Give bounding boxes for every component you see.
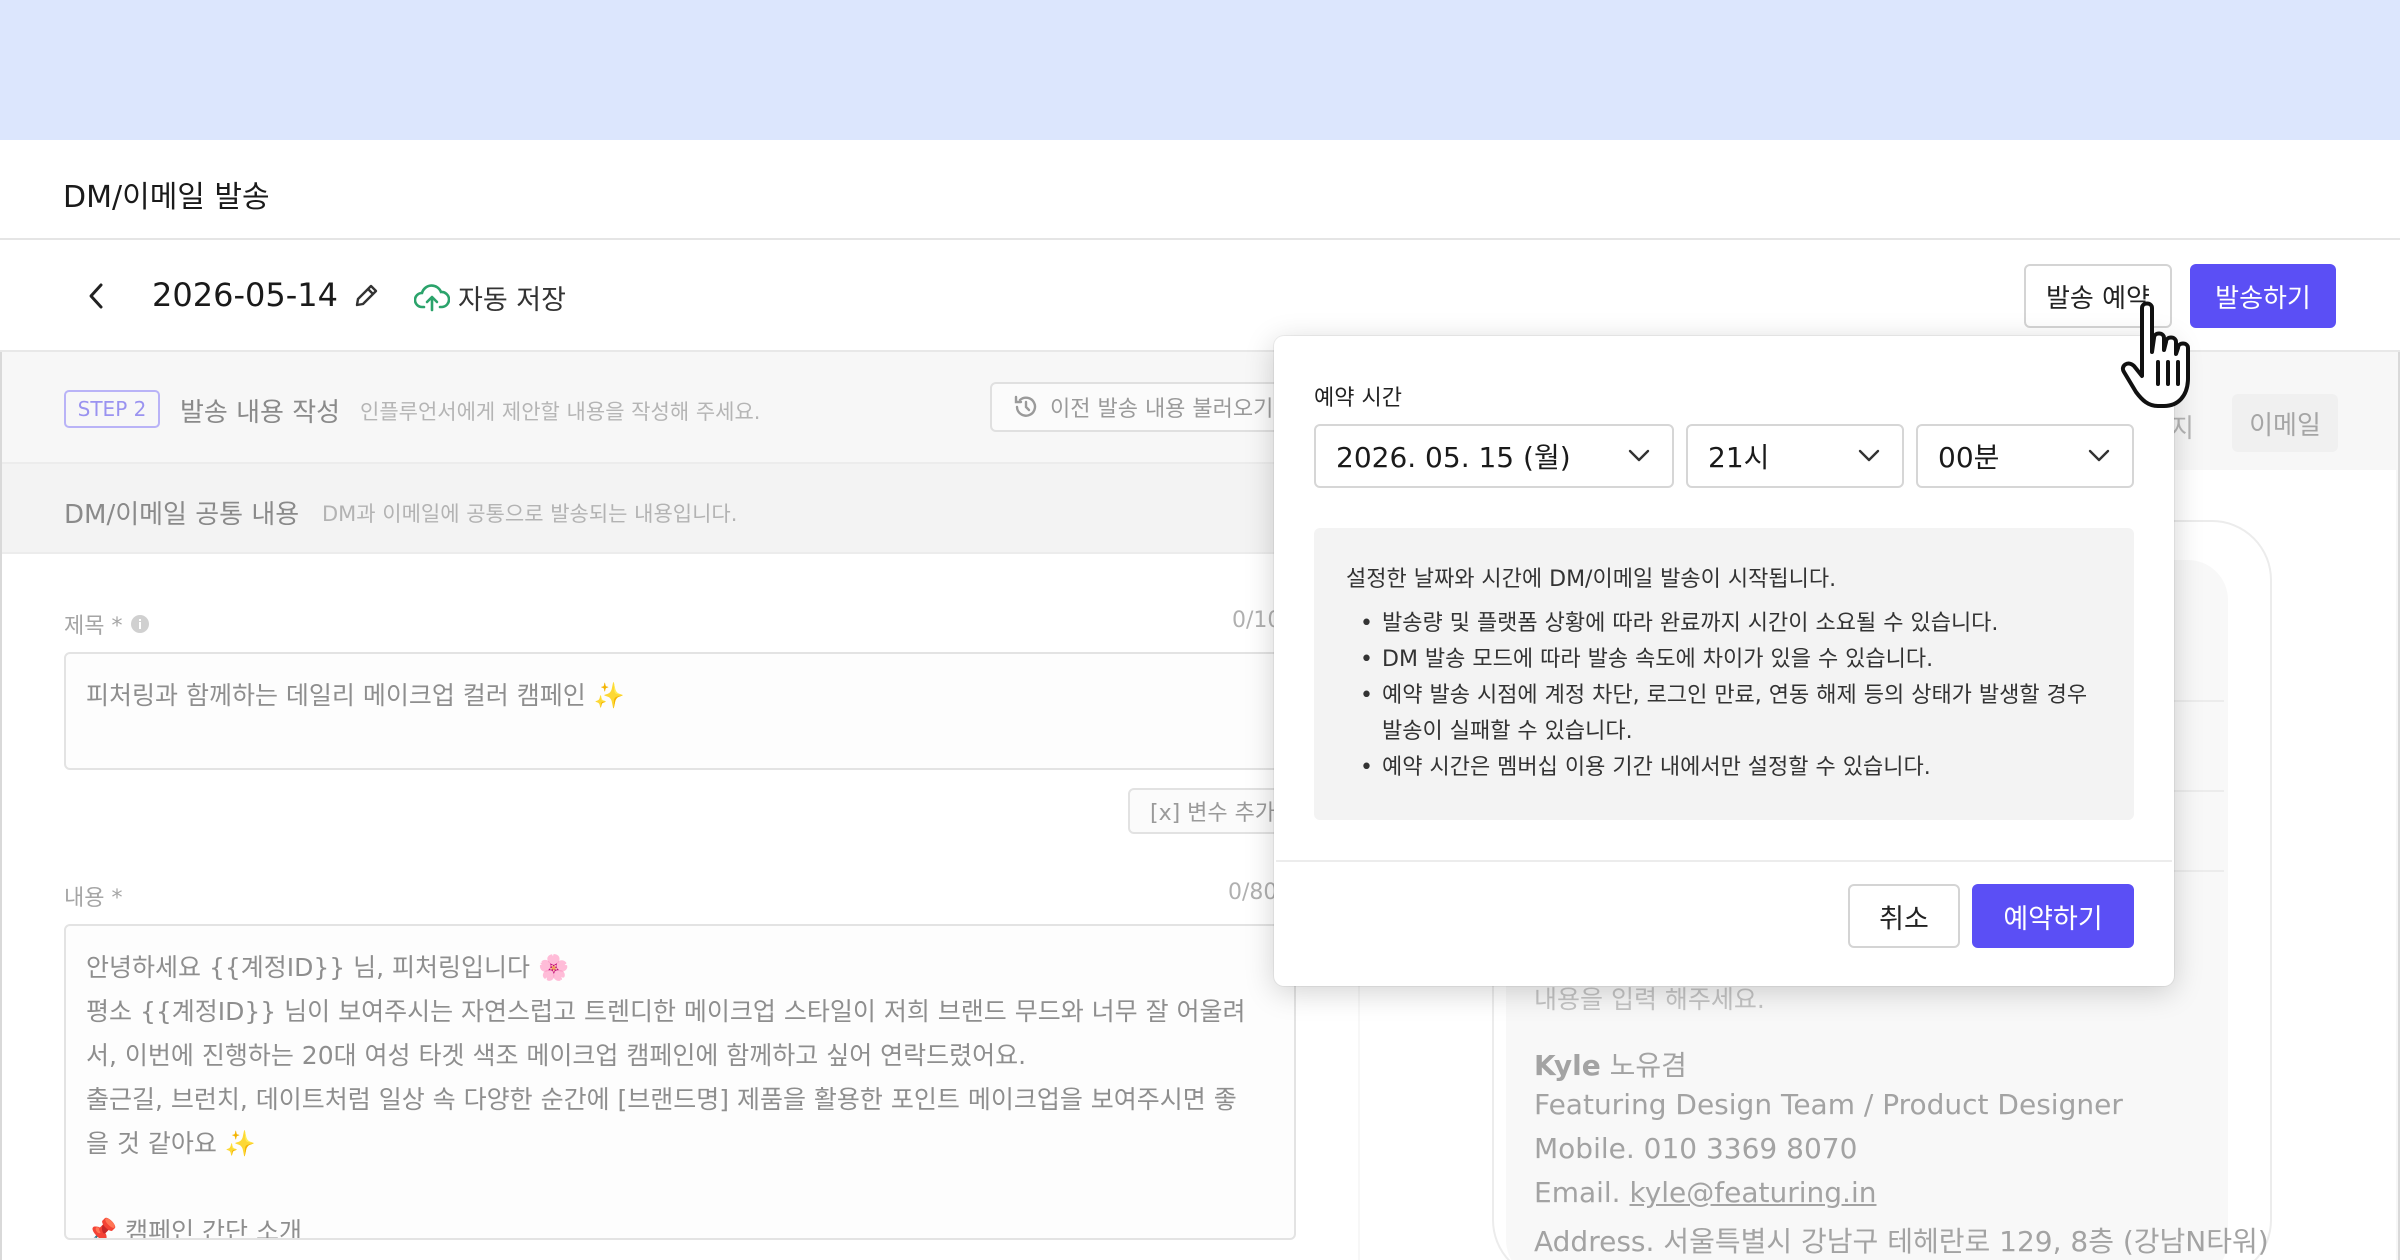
body-line: 을 것 같아요 ✨ [86,1129,256,1158]
section-title: DM/이메일 공통 내용 [64,500,300,530]
chevron-down-icon [1858,449,1880,462]
add-variable-button[interactable]: [x] 변수 추가 [1128,788,1288,834]
info-title: 설정한 날짜와 시간에 DM/이메일 발송이 시작됩니다. [1346,567,1837,592]
body-line: 평소 {{계정ID}} 님이 보여주시는 자연스럽고 트렌디한 메이크업 스타일… [86,997,1246,1026]
signature-name-bold: Kyle [1534,1049,1601,1082]
body-counter: 0/80 [1228,880,1278,905]
confirm-schedule-button[interactable]: 예약하기 [1972,884,2134,948]
signature-name-rest: 노유겸 [1600,1049,1687,1082]
info-item: 예약 발송 시점에 계정 차단, 로그인 만료, 연동 해제 등의 상태가 발생… [1346,678,2102,750]
document-title: 2026-05-14 [152,276,338,314]
minute-select[interactable]: 00분 [1916,424,2134,488]
subject-input[interactable]: 피처링과 함께하는 데일리 메이크업 컬러 캠페인 ✨ [64,652,1294,770]
step-title: 발송 내용 작성 [180,398,341,428]
signature-email: Email. kyle@featuring.in [1534,1176,1876,1209]
body-line: 안녕하세요 {{계정ID}} 님, 피처링입니다 🌸 [86,953,570,982]
load-history-label: 이전 발송 내용 불러오기 [1050,397,1274,422]
body-label: 내용 * [64,886,123,911]
date-select[interactable]: 2026. 05. 15 (월) [1314,424,1674,488]
signature-email-link[interactable]: kyle@featuring.in [1629,1176,1876,1209]
body-line: 출근길, 브런치, 데이트처럼 일상 속 다양한 순간에 [브랜드명] 제품을 … [86,1085,1237,1114]
section-description: DM과 이메일에 공통으로 발송되는 내용입니다. [322,502,738,526]
step-description: 인플루언서에게 제안할 내용을 작성해 주세요. [360,400,761,424]
back-button[interactable] [80,278,112,314]
subject-label-row: 제목 * [64,608,150,640]
autosave-label: 자동 저장 [458,285,566,316]
info-icon [131,615,150,633]
autosave-status: 자동 저장 [414,278,566,317]
chevron-down-icon [2088,449,2110,462]
schedule-info-box: 설정한 날짜와 시간에 DM/이메일 발송이 시작됩니다. 발송량 및 플랫폼 … [1314,528,2134,820]
subject-label: 제목 * [64,614,123,639]
cloud-upload-icon [414,283,450,311]
info-item: DM 발송 모드에 따라 발송 속도에 차이가 있을 수 있습니다. [1346,642,2102,678]
signature-email-prefix: Email. [1534,1176,1630,1209]
date-select-value: 2026. 05. 15 (월) [1336,441,1571,474]
top-banner [0,0,2400,140]
popover-divider [1276,860,2172,862]
signature-address: Address. 서울특별시 강남구 테헤란로 129, 8층 (강남N타워) [1534,1225,2269,1258]
cancel-button[interactable]: 취소 [1848,884,1960,948]
body-textarea[interactable]: 안녕하세요 {{계정ID}} 님, 피처링입니다 🌸 평소 {{계정ID}} 님… [64,924,1296,1240]
step-badge: STEP 2 [64,390,160,428]
info-item: 예약 시간은 멤버십 이용 기간 내에서만 설정할 수 있습니다. [1346,750,2102,786]
schedule-time-label: 예약 시간 [1314,386,1402,411]
chevron-left-icon [89,283,103,309]
body-line: 📌 캠페인 간단 소개 [86,1217,302,1240]
hour-select[interactable]: 21시 [1686,424,1904,488]
hand-cursor-icon [2121,301,2190,408]
signature-team: Featuring Design Team / Product Designer [1534,1088,2123,1121]
info-item: 발송량 및 플랫폼 상황에 따라 완료까지 시간이 소요될 수 있습니다. [1346,606,2102,642]
info-list: 발송량 및 플랫폼 상황에 따라 완료까지 시간이 소요될 수 있습니다. DM… [1346,606,2102,786]
preview-tab-email[interactable]: 이메일 [2232,394,2338,452]
body-line: 서, 이번에 진행하는 20대 여성 타겟 색조 메이크업 캠페인에 함께하고 … [86,1041,1027,1070]
page-header [0,140,2400,240]
minute-select-value: 00분 [1938,441,2000,474]
signature-mobile: Mobile. 010 3369 8070 [1534,1132,1858,1165]
history-icon [1014,395,1037,417]
edit-icon[interactable] [352,280,382,310]
load-history-button[interactable]: 이전 발송 내용 불러오기 [990,382,1280,432]
page-title: DM/이메일 발송 [63,180,270,215]
hour-select-value: 21시 [1708,441,1770,474]
chevron-down-icon [1628,449,1650,462]
body-line [86,1166,1274,1210]
signature-name: Kyle 노유겸 [1534,1044,1687,1084]
